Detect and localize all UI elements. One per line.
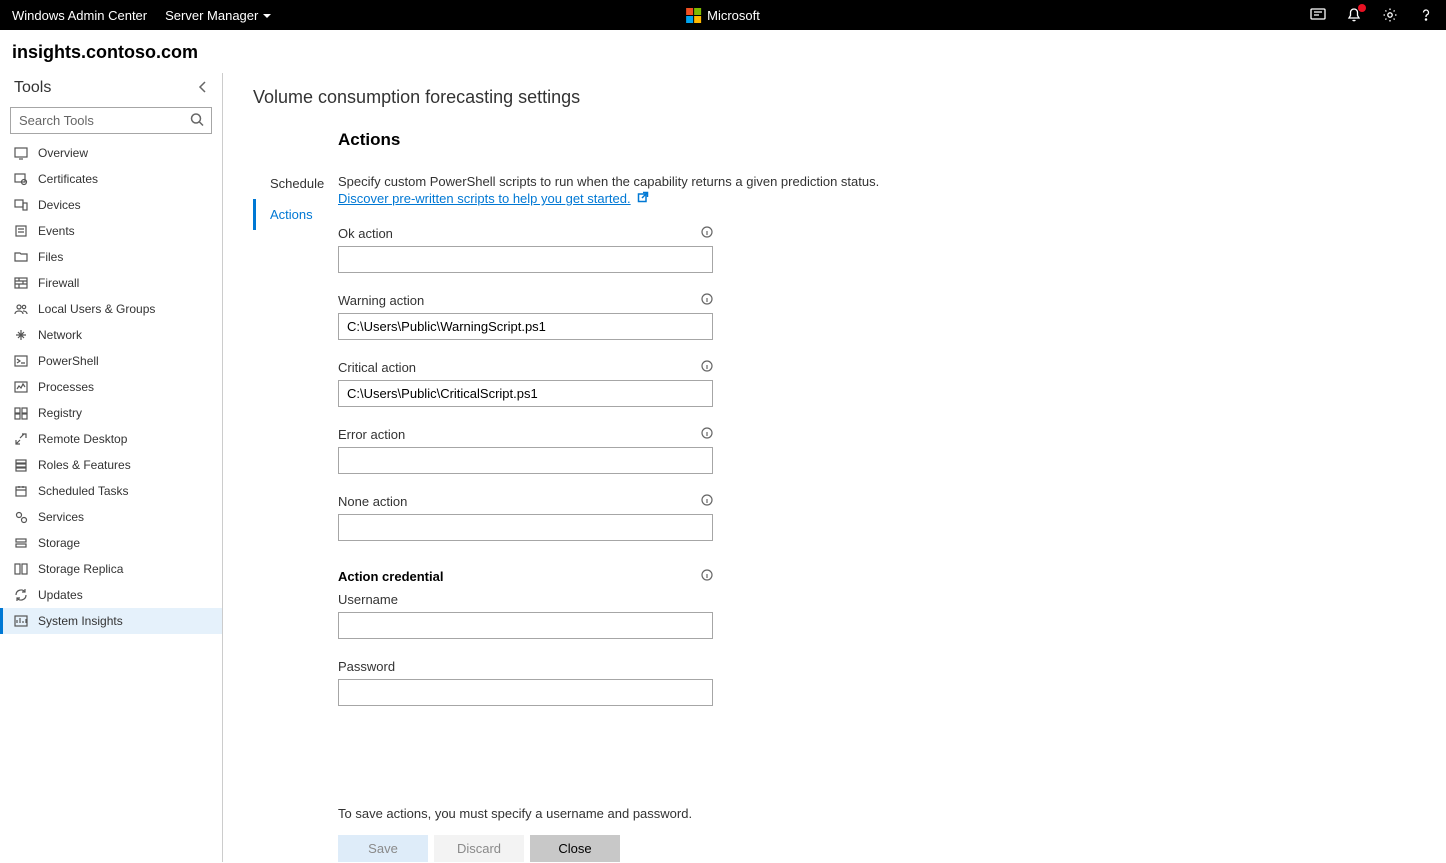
remote-desktop-icon: [14, 432, 28, 446]
files-icon: [14, 250, 28, 264]
discover-scripts-link[interactable]: Discover pre-written scripts to help you…: [338, 191, 649, 206]
none-action-input[interactable]: [338, 514, 713, 541]
sidebar-item-storage-replica[interactable]: Storage Replica: [0, 556, 222, 582]
error-action-label: Error action: [338, 427, 405, 442]
certificates-icon: [14, 172, 28, 186]
sidebar-item-overview[interactable]: Overview: [0, 140, 222, 166]
info-icon[interactable]: [701, 494, 713, 509]
notifications-icon[interactable]: [1346, 7, 1362, 23]
actions-panel: Actions Specify custom PowerShell script…: [338, 130, 1098, 862]
none-action-label: None action: [338, 494, 407, 509]
server-manager-dropdown[interactable]: Server Manager: [165, 8, 271, 23]
notification-badge: [1358, 4, 1366, 12]
discard-button[interactable]: Discard: [434, 835, 524, 862]
external-link-icon: [637, 191, 649, 206]
sidebar-item-network[interactable]: Network: [0, 322, 222, 348]
footer-note: To save actions, you must specify a user…: [338, 806, 1098, 821]
sidebar-item-certificates[interactable]: Certificates: [0, 166, 222, 192]
sidebar-item-roles[interactable]: Roles & Features: [0, 452, 222, 478]
brand-text: Microsoft: [707, 8, 760, 23]
overview-icon: [14, 146, 28, 160]
info-icon[interactable]: [701, 427, 713, 442]
sidebar-item-registry[interactable]: Registry: [0, 400, 222, 426]
sidebar-item-processes[interactable]: Processes: [0, 374, 222, 400]
users-icon: [14, 302, 28, 316]
username-input[interactable]: [338, 612, 713, 639]
system-insights-icon: [14, 614, 28, 628]
content-area: Volume consumption forecasting settings …: [223, 73, 1446, 862]
firewall-icon: [14, 276, 28, 290]
warning-action-input[interactable]: [338, 313, 713, 340]
tool-list: Overview Certificates Devices Events Fil…: [0, 140, 222, 634]
microsoft-logo-icon: [686, 8, 701, 23]
search-tools-input[interactable]: [10, 107, 212, 134]
panel-heading: Actions: [338, 130, 1098, 150]
app-name[interactable]: Windows Admin Center: [12, 8, 147, 23]
sidebar-item-updates[interactable]: Updates: [0, 582, 222, 608]
critical-action-input[interactable]: [338, 380, 713, 407]
search-icon: [190, 112, 204, 129]
sidebar-item-remote-desktop[interactable]: Remote Desktop: [0, 426, 222, 452]
processes-icon: [14, 380, 28, 394]
ok-action-label: Ok action: [338, 226, 393, 241]
header-brand: Microsoft: [686, 8, 760, 23]
info-icon[interactable]: [701, 226, 713, 241]
top-header: Windows Admin Center Server Manager Micr…: [0, 0, 1446, 30]
critical-action-label: Critical action: [338, 360, 416, 375]
scheduled-tasks-icon: [14, 484, 28, 498]
storage-replica-icon: [14, 562, 28, 576]
settings-icon[interactable]: [1382, 7, 1398, 23]
page-title: Volume consumption forecasting settings: [253, 87, 1416, 108]
panel-description: Specify custom PowerShell scripts to run…: [338, 174, 1098, 189]
credential-heading: Action credential: [338, 569, 443, 584]
dropdown-label: Server Manager: [165, 8, 258, 23]
password-label: Password: [338, 659, 395, 674]
header-left: Windows Admin Center Server Manager: [12, 8, 271, 23]
sidebar-item-users[interactable]: Local Users & Groups: [0, 296, 222, 322]
sidebar-item-events[interactable]: Events: [0, 218, 222, 244]
error-action-input[interactable]: [338, 447, 713, 474]
events-icon: [14, 224, 28, 238]
settings-nav: Schedule Actions: [253, 130, 338, 862]
tab-schedule[interactable]: Schedule: [253, 168, 338, 199]
storage-icon: [14, 536, 28, 550]
username-label: Username: [338, 592, 398, 607]
info-icon[interactable]: [701, 293, 713, 308]
feedback-icon[interactable]: [1310, 7, 1326, 23]
sidebar-item-scheduled-tasks[interactable]: Scheduled Tasks: [0, 478, 222, 504]
sidebar-item-firewall[interactable]: Firewall: [0, 270, 222, 296]
server-name: insights.contoso.com: [0, 30, 1446, 73]
tools-sidebar: Tools Overview Certificates Devices Even…: [0, 73, 223, 862]
roles-icon: [14, 458, 28, 472]
save-button[interactable]: Save: [338, 835, 428, 862]
search-tools-box: [10, 107, 212, 134]
tab-actions[interactable]: Actions: [253, 199, 338, 230]
sidebar-item-storage[interactable]: Storage: [0, 530, 222, 556]
sidebar-title: Tools: [14, 79, 51, 97]
warning-action-label: Warning action: [338, 293, 424, 308]
help-icon[interactable]: [1418, 7, 1434, 23]
header-right: [1310, 7, 1434, 23]
services-icon: [14, 510, 28, 524]
sidebar-item-system-insights[interactable]: System Insights: [0, 608, 222, 634]
ok-action-input[interactable]: [338, 246, 713, 273]
collapse-sidebar-icon[interactable]: [198, 81, 208, 96]
network-icon: [14, 328, 28, 342]
powershell-icon: [14, 354, 28, 368]
devices-icon: [14, 198, 28, 212]
info-icon[interactable]: [701, 360, 713, 375]
registry-icon: [14, 406, 28, 420]
sidebar-item-services[interactable]: Services: [0, 504, 222, 530]
sidebar-item-files[interactable]: Files: [0, 244, 222, 270]
sidebar-item-devices[interactable]: Devices: [0, 192, 222, 218]
info-icon[interactable]: [701, 569, 713, 584]
password-input[interactable]: [338, 679, 713, 706]
close-button[interactable]: Close: [530, 835, 620, 862]
sidebar-item-powershell[interactable]: PowerShell: [0, 348, 222, 374]
updates-icon: [14, 588, 28, 602]
chevron-down-icon: [263, 14, 271, 18]
